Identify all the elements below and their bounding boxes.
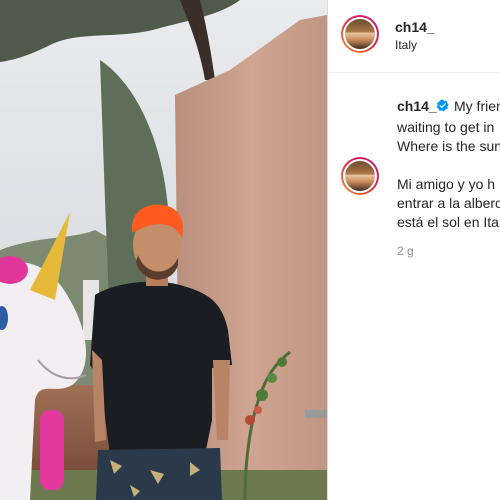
avatar (345, 19, 375, 49)
verified-badge-icon (436, 99, 449, 112)
caption-text-line: está el sol en Ita (397, 214, 499, 230)
caption-text-line: entrar a la albero (397, 195, 500, 211)
caption-text-line: waiting to get in (397, 119, 495, 135)
header-divider (328, 72, 500, 73)
post-timestamp[interactable]: 2 g (397, 244, 414, 258)
post-photo[interactable] (0, 0, 327, 500)
post-image (0, 0, 327, 500)
header-location[interactable]: Italy (395, 38, 417, 52)
caption-username[interactable]: ch14_ (397, 98, 437, 114)
header-avatar[interactable] (341, 15, 379, 53)
caption-text-line: Mi amigo y yo h (397, 176, 496, 192)
caption-text-line: Where is the sun (397, 138, 500, 154)
avatar-ring (343, 17, 377, 51)
avatar (345, 161, 375, 191)
caption-avatar[interactable] (341, 157, 379, 195)
post-side-panel: ch14_ Italy ch14_ My frien waiting to ge… (328, 0, 500, 500)
caption-text-line: My frien (454, 98, 500, 114)
avatar-ring (343, 159, 377, 193)
header-username[interactable]: ch14_ (395, 19, 435, 35)
